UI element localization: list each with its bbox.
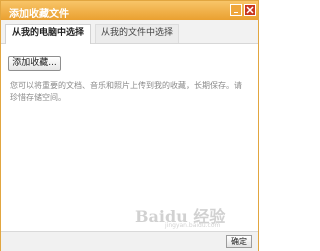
ok-button[interactable]: 确定 bbox=[226, 235, 252, 248]
add-favorite-button[interactable]: 添加收藏... bbox=[8, 56, 61, 71]
dialog-footer: 确定 bbox=[1, 231, 258, 251]
close-button[interactable] bbox=[244, 4, 256, 16]
dialog-title: 添加收藏文件 bbox=[9, 9, 69, 20]
tab-from-my-files[interactable]: 从我的文件中选择 bbox=[95, 24, 179, 43]
minimize-button[interactable] bbox=[230, 4, 242, 16]
close-icon bbox=[246, 6, 254, 14]
title-bar: 添加收藏文件 bbox=[1, 1, 258, 20]
hint-text: 您可以将重要的文档、音乐和照片上传到我的收藏，长期保存。请珍惜存储空间。 bbox=[10, 81, 242, 102]
add-favorite-dialog: 添加收藏文件 从我的电脑中选择 从我的文件中选择 添加收藏... 您可以将重要的… bbox=[0, 0, 259, 251]
tab-bar: 从我的电脑中选择 从我的文件中选择 bbox=[1, 20, 258, 44]
tab-from-my-computer[interactable]: 从我的电脑中选择 bbox=[5, 24, 91, 44]
baidu-jingyan-watermark: Baidu 经验 jingyan.baidu.com bbox=[135, 203, 253, 231]
watermark-url: jingyan.baidu.com bbox=[165, 222, 221, 229]
